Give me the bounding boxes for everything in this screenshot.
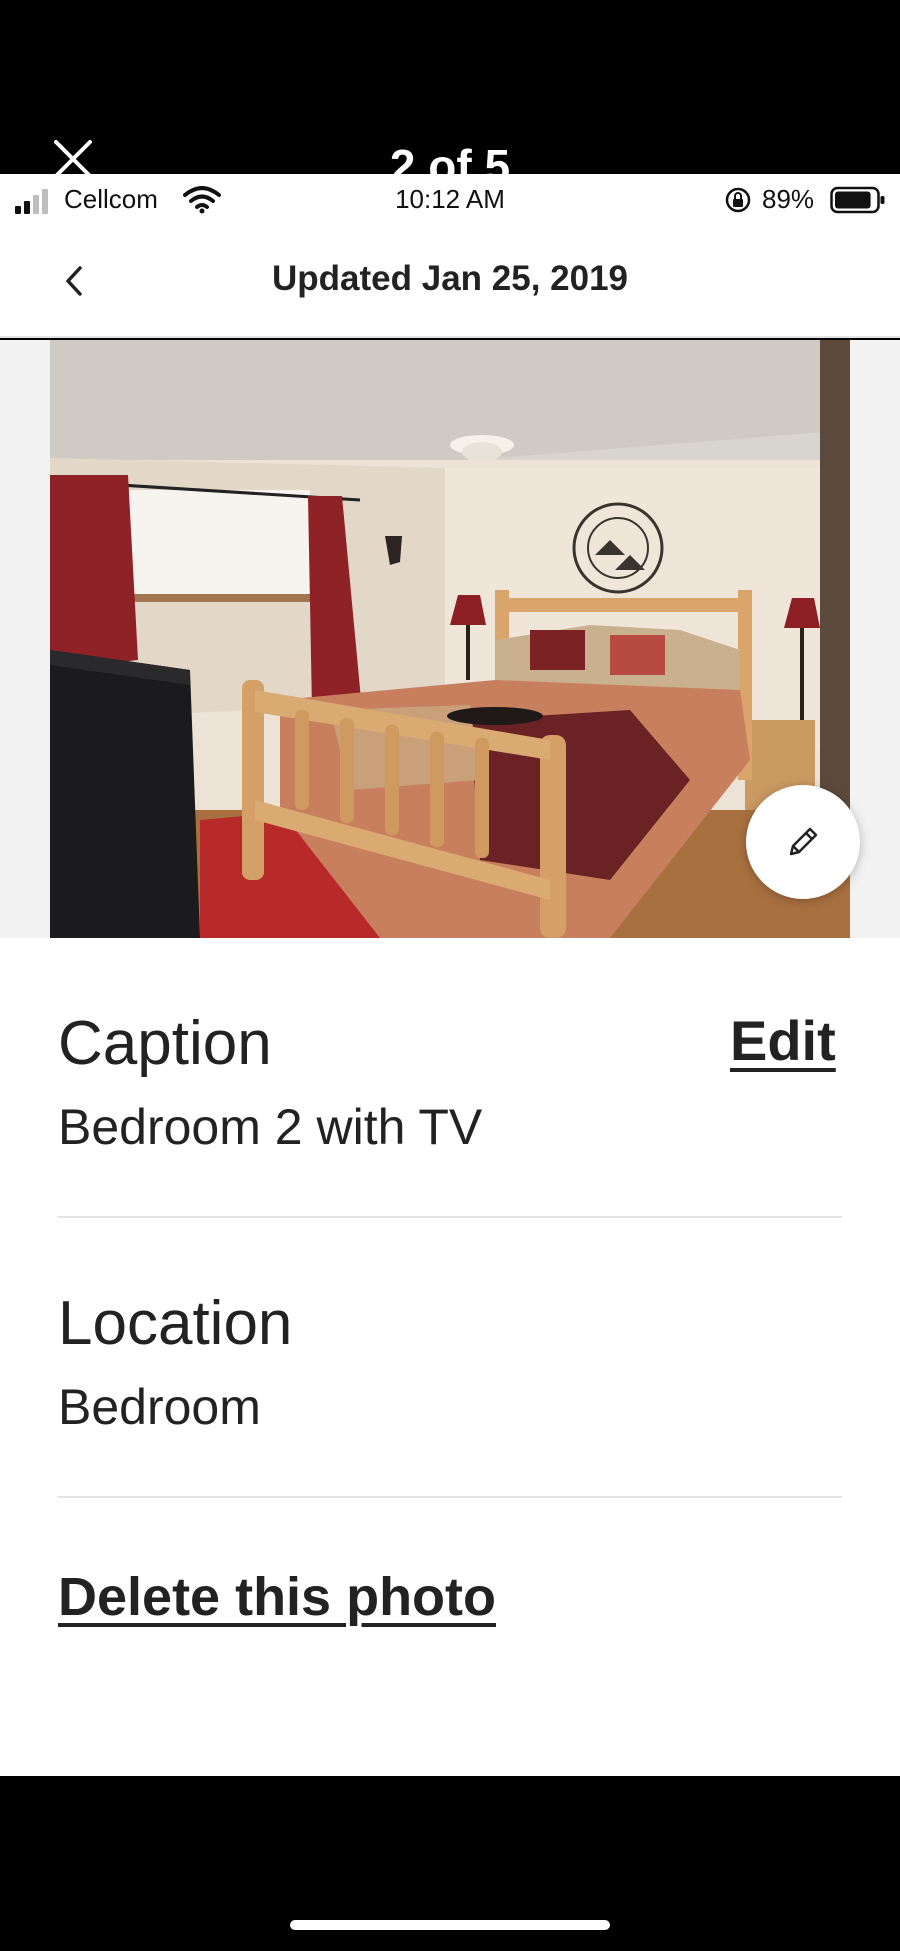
divider	[58, 1496, 842, 1498]
location-label: Location	[58, 1289, 293, 1358]
page-title: Updated Jan 25, 2019	[272, 259, 628, 298]
caption-value: Bedroom 2 with TV	[58, 1099, 483, 1155]
edit-caption-link[interactable]: Edit	[730, 1008, 836, 1073]
bottom-bar	[0, 1776, 900, 1951]
status-bar: Cellcom 10:12 AM 89%	[0, 174, 900, 226]
caption-label: Caption	[58, 1009, 272, 1078]
photo-details: Caption Edit Bedroom 2 with TV Location …	[0, 938, 900, 1776]
edit-photo-button[interactable]	[746, 785, 860, 899]
battery-percent: 89%	[762, 184, 815, 214]
pencil-icon	[789, 827, 818, 856]
location-value: Bedroom	[58, 1379, 261, 1435]
rotation-lock-icon	[725, 187, 751, 213]
divider	[58, 1216, 842, 1218]
home-indicator[interactable]	[290, 1920, 610, 1930]
battery-icon	[830, 186, 885, 214]
bedroom-photo[interactable]	[50, 340, 850, 938]
photo-viewer-overlay: 2 of 5	[0, 0, 900, 178]
photo-counter: 2 of 5	[389, 140, 511, 174]
delete-photo-link[interactable]: Delete this photo	[58, 1566, 496, 1628]
nav-header: Updated Jan 25, 2019	[0, 226, 900, 338]
